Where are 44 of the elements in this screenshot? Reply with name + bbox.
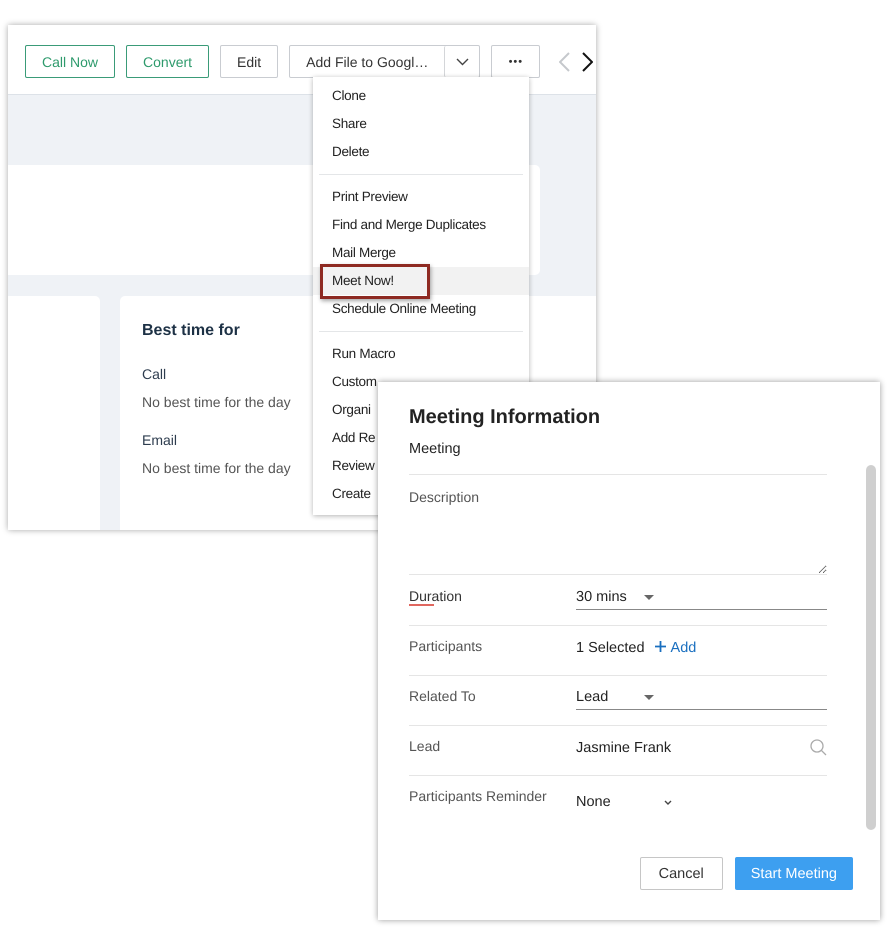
caret-down-icon [644, 694, 654, 700]
lookup-field[interactable]: Jasmine Frank [576, 740, 672, 756]
menu-item[interactable]: Create [313, 480, 371, 508]
select-field[interactable]: 30 mins [576, 585, 827, 610]
menu-item[interactable]: Custom [313, 368, 377, 396]
field-value: No best time for the day [142, 460, 291, 476]
toolbar-button[interactable]: Call Now [25, 45, 116, 78]
field-label: Email [142, 432, 178, 448]
menu-item[interactable]: Find and Merge Duplicates [313, 211, 486, 239]
menu-item[interactable]: Share [313, 110, 367, 138]
menu-item[interactable]: Mail Merge [313, 239, 396, 267]
more-button[interactable]: ••• [491, 45, 540, 78]
menu-item[interactable]: Review [313, 452, 374, 480]
menu-item[interactable]: Schedule Online Meeting [313, 295, 476, 323]
field-label: Participants [409, 637, 482, 656]
dialog-title: Meeting Information [409, 406, 602, 429]
field-label: Call [142, 366, 166, 382]
edit-button[interactable]: Edit [220, 45, 278, 78]
field-label: Lead [409, 737, 440, 756]
field-label: Related To [409, 687, 476, 706]
scrollbar[interactable] [866, 465, 876, 830]
field-value: No best time for the day [142, 394, 291, 410]
menu-item[interactable]: Delete [313, 138, 370, 166]
select-field[interactable]: Lead [576, 685, 827, 710]
menu-item[interactable]: Print Preview [313, 183, 408, 211]
field-label: Duration [409, 587, 462, 607]
field-label: Description [409, 488, 480, 507]
add-link[interactable]: Add [654, 640, 696, 656]
subject-field[interactable]: Meeting [409, 439, 827, 475]
field-label: Participants Reminder [409, 787, 547, 806]
menu-item[interactable]: Run Macro [313, 340, 396, 368]
cancel-button[interactable]: Cancel [640, 857, 723, 890]
menu-item[interactable]: Clone [313, 82, 366, 110]
reminder-select[interactable]: None [576, 776, 672, 810]
toolbar-button[interactable]: Convert [126, 45, 210, 78]
menu-item[interactable]: Organi [313, 396, 371, 424]
plus-icon [654, 641, 666, 652]
menu-item[interactable]: Add Re [313, 424, 376, 452]
chevron-down-icon [456, 58, 469, 66]
chevron-down-icon [664, 800, 672, 804]
card-title: Best time for [142, 322, 241, 340]
field-value: 1 Selected [576, 640, 645, 656]
search-icon[interactable] [810, 739, 827, 756]
caret-down-icon [644, 594, 654, 600]
